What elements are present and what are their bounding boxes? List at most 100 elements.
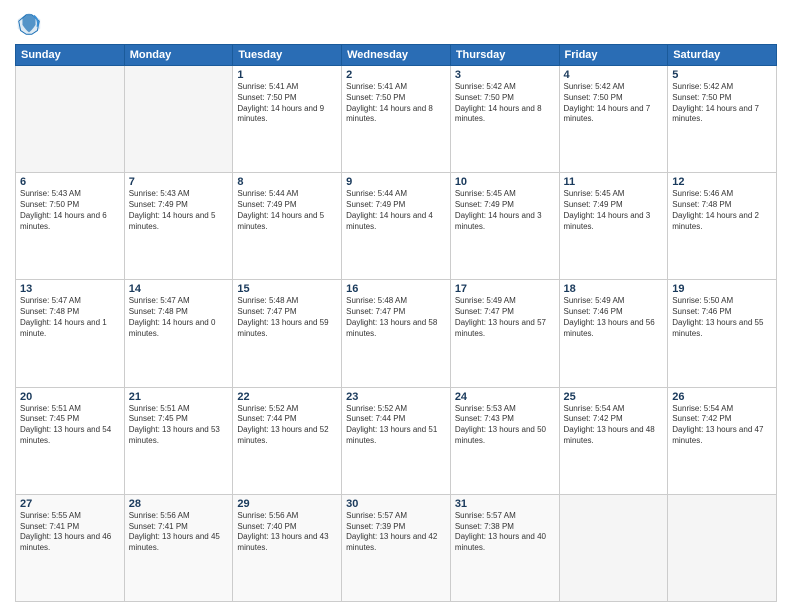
day-info: Sunrise: 5:46 AM Sunset: 7:48 PM Dayligh… <box>672 189 772 232</box>
calendar-cell: 12Sunrise: 5:46 AM Sunset: 7:48 PM Dayli… <box>668 173 777 280</box>
day-number: 3 <box>455 69 555 81</box>
day-info: Sunrise: 5:45 AM Sunset: 7:49 PM Dayligh… <box>564 189 664 232</box>
day-info: Sunrise: 5:42 AM Sunset: 7:50 PM Dayligh… <box>564 82 664 125</box>
calendar-cell: 7Sunrise: 5:43 AM Sunset: 7:49 PM Daylig… <box>124 173 233 280</box>
day-info: Sunrise: 5:56 AM Sunset: 7:40 PM Dayligh… <box>237 511 337 554</box>
calendar-cell: 23Sunrise: 5:52 AM Sunset: 7:44 PM Dayli… <box>342 387 451 494</box>
day-number: 6 <box>20 176 120 188</box>
calendar-cell: 30Sunrise: 5:57 AM Sunset: 7:39 PM Dayli… <box>342 494 451 601</box>
day-info: Sunrise: 5:47 AM Sunset: 7:48 PM Dayligh… <box>20 296 120 339</box>
day-info: Sunrise: 5:55 AM Sunset: 7:41 PM Dayligh… <box>20 511 120 554</box>
calendar-header-tuesday: Tuesday <box>233 45 342 66</box>
calendar-cell: 5Sunrise: 5:42 AM Sunset: 7:50 PM Daylig… <box>668 66 777 173</box>
day-info: Sunrise: 5:52 AM Sunset: 7:44 PM Dayligh… <box>237 404 337 447</box>
calendar-cell: 20Sunrise: 5:51 AM Sunset: 7:45 PM Dayli… <box>16 387 125 494</box>
calendar-cell <box>559 494 668 601</box>
day-number: 4 <box>564 69 664 81</box>
calendar-cell: 1Sunrise: 5:41 AM Sunset: 7:50 PM Daylig… <box>233 66 342 173</box>
day-info: Sunrise: 5:48 AM Sunset: 7:47 PM Dayligh… <box>237 296 337 339</box>
day-number: 29 <box>237 498 337 510</box>
day-number: 5 <box>672 69 772 81</box>
day-info: Sunrise: 5:49 AM Sunset: 7:47 PM Dayligh… <box>455 296 555 339</box>
day-info: Sunrise: 5:53 AM Sunset: 7:43 PM Dayligh… <box>455 404 555 447</box>
day-info: Sunrise: 5:51 AM Sunset: 7:45 PM Dayligh… <box>129 404 229 447</box>
calendar-cell: 26Sunrise: 5:54 AM Sunset: 7:42 PM Dayli… <box>668 387 777 494</box>
calendar-header-row: SundayMondayTuesdayWednesdayThursdayFrid… <box>16 45 777 66</box>
calendar-cell: 6Sunrise: 5:43 AM Sunset: 7:50 PM Daylig… <box>16 173 125 280</box>
calendar-cell: 11Sunrise: 5:45 AM Sunset: 7:49 PM Dayli… <box>559 173 668 280</box>
day-info: Sunrise: 5:54 AM Sunset: 7:42 PM Dayligh… <box>564 404 664 447</box>
day-info: Sunrise: 5:48 AM Sunset: 7:47 PM Dayligh… <box>346 296 446 339</box>
day-info: Sunrise: 5:41 AM Sunset: 7:50 PM Dayligh… <box>237 82 337 125</box>
calendar-cell: 21Sunrise: 5:51 AM Sunset: 7:45 PM Dayli… <box>124 387 233 494</box>
day-number: 22 <box>237 391 337 403</box>
calendar-cell: 31Sunrise: 5:57 AM Sunset: 7:38 PM Dayli… <box>450 494 559 601</box>
day-number: 13 <box>20 283 120 295</box>
calendar-header-saturday: Saturday <box>668 45 777 66</box>
day-info: Sunrise: 5:43 AM Sunset: 7:49 PM Dayligh… <box>129 189 229 232</box>
day-number: 11 <box>564 176 664 188</box>
day-number: 10 <box>455 176 555 188</box>
calendar-header-thursday: Thursday <box>450 45 559 66</box>
day-number: 1 <box>237 69 337 81</box>
day-info: Sunrise: 5:43 AM Sunset: 7:50 PM Dayligh… <box>20 189 120 232</box>
calendar-table: SundayMondayTuesdayWednesdayThursdayFrid… <box>15 44 777 602</box>
calendar-cell: 14Sunrise: 5:47 AM Sunset: 7:48 PM Dayli… <box>124 280 233 387</box>
day-number: 30 <box>346 498 446 510</box>
calendar-cell <box>124 66 233 173</box>
calendar-cell: 18Sunrise: 5:49 AM Sunset: 7:46 PM Dayli… <box>559 280 668 387</box>
calendar-cell: 24Sunrise: 5:53 AM Sunset: 7:43 PM Dayli… <box>450 387 559 494</box>
calendar-cell: 28Sunrise: 5:56 AM Sunset: 7:41 PM Dayli… <box>124 494 233 601</box>
calendar-header-sunday: Sunday <box>16 45 125 66</box>
calendar-week-5: 27Sunrise: 5:55 AM Sunset: 7:41 PM Dayli… <box>16 494 777 601</box>
day-number: 27 <box>20 498 120 510</box>
day-number: 23 <box>346 391 446 403</box>
header <box>15 10 777 38</box>
calendar-cell <box>668 494 777 601</box>
calendar-cell: 3Sunrise: 5:42 AM Sunset: 7:50 PM Daylig… <box>450 66 559 173</box>
day-number: 18 <box>564 283 664 295</box>
day-info: Sunrise: 5:51 AM Sunset: 7:45 PM Dayligh… <box>20 404 120 447</box>
day-info: Sunrise: 5:57 AM Sunset: 7:38 PM Dayligh… <box>455 511 555 554</box>
day-info: Sunrise: 5:44 AM Sunset: 7:49 PM Dayligh… <box>346 189 446 232</box>
day-number: 9 <box>346 176 446 188</box>
calendar-cell: 19Sunrise: 5:50 AM Sunset: 7:46 PM Dayli… <box>668 280 777 387</box>
day-info: Sunrise: 5:52 AM Sunset: 7:44 PM Dayligh… <box>346 404 446 447</box>
day-number: 20 <box>20 391 120 403</box>
calendar-week-1: 1Sunrise: 5:41 AM Sunset: 7:50 PM Daylig… <box>16 66 777 173</box>
calendar-cell <box>16 66 125 173</box>
day-number: 19 <box>672 283 772 295</box>
calendar-cell: 16Sunrise: 5:48 AM Sunset: 7:47 PM Dayli… <box>342 280 451 387</box>
calendar-cell: 27Sunrise: 5:55 AM Sunset: 7:41 PM Dayli… <box>16 494 125 601</box>
calendar-cell: 22Sunrise: 5:52 AM Sunset: 7:44 PM Dayli… <box>233 387 342 494</box>
calendar-cell: 2Sunrise: 5:41 AM Sunset: 7:50 PM Daylig… <box>342 66 451 173</box>
day-info: Sunrise: 5:56 AM Sunset: 7:41 PM Dayligh… <box>129 511 229 554</box>
calendar-cell: 25Sunrise: 5:54 AM Sunset: 7:42 PM Dayli… <box>559 387 668 494</box>
day-number: 31 <box>455 498 555 510</box>
day-number: 25 <box>564 391 664 403</box>
logo <box>15 10 47 38</box>
calendar-cell: 29Sunrise: 5:56 AM Sunset: 7:40 PM Dayli… <box>233 494 342 601</box>
calendar-cell: 4Sunrise: 5:42 AM Sunset: 7:50 PM Daylig… <box>559 66 668 173</box>
calendar-header-wednesday: Wednesday <box>342 45 451 66</box>
day-number: 24 <box>455 391 555 403</box>
calendar-cell: 15Sunrise: 5:48 AM Sunset: 7:47 PM Dayli… <box>233 280 342 387</box>
page: SundayMondayTuesdayWednesdayThursdayFrid… <box>0 0 792 612</box>
day-info: Sunrise: 5:47 AM Sunset: 7:48 PM Dayligh… <box>129 296 229 339</box>
day-number: 2 <box>346 69 446 81</box>
day-info: Sunrise: 5:42 AM Sunset: 7:50 PM Dayligh… <box>672 82 772 125</box>
calendar-cell: 10Sunrise: 5:45 AM Sunset: 7:49 PM Dayli… <box>450 173 559 280</box>
calendar-cell: 17Sunrise: 5:49 AM Sunset: 7:47 PM Dayli… <box>450 280 559 387</box>
calendar-week-4: 20Sunrise: 5:51 AM Sunset: 7:45 PM Dayli… <box>16 387 777 494</box>
day-info: Sunrise: 5:49 AM Sunset: 7:46 PM Dayligh… <box>564 296 664 339</box>
day-number: 7 <box>129 176 229 188</box>
calendar-cell: 9Sunrise: 5:44 AM Sunset: 7:49 PM Daylig… <box>342 173 451 280</box>
day-info: Sunrise: 5:54 AM Sunset: 7:42 PM Dayligh… <box>672 404 772 447</box>
logo-icon <box>15 10 43 38</box>
day-number: 12 <box>672 176 772 188</box>
calendar-header-monday: Monday <box>124 45 233 66</box>
day-number: 8 <box>237 176 337 188</box>
day-info: Sunrise: 5:50 AM Sunset: 7:46 PM Dayligh… <box>672 296 772 339</box>
calendar-cell: 13Sunrise: 5:47 AM Sunset: 7:48 PM Dayli… <box>16 280 125 387</box>
day-number: 15 <box>237 283 337 295</box>
